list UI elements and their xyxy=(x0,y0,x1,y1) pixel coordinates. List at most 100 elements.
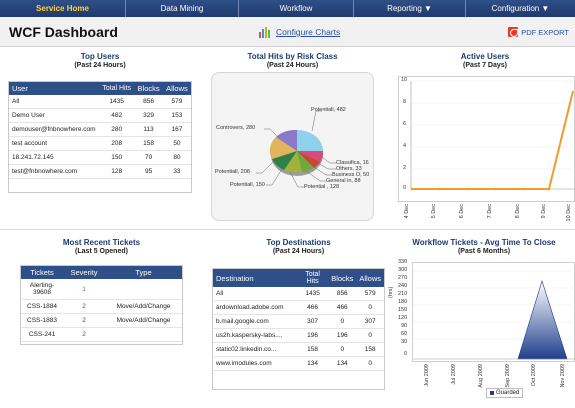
destinations-table: Destination Total Hits Blocks Allows All… xyxy=(212,268,385,390)
table-row[interactable]: b.mail.google.com 307 0 307 xyxy=(213,314,384,329)
page-header: WCF Dashboard Configure Charts PDF EXPOR… xyxy=(0,17,575,47)
table-cell: 150 xyxy=(99,150,135,165)
table-row[interactable]: test account 208 158 50 xyxy=(9,136,191,151)
table-cell: CSS-241 xyxy=(21,327,63,342)
pie-label-potential-208: Potentiall, 208 xyxy=(215,169,250,175)
table-cell: 134 xyxy=(297,356,329,371)
table-cell: 856 xyxy=(134,95,163,109)
table-row[interactable]: All 1435 856 579 xyxy=(9,95,191,109)
table-cell: Demo User xyxy=(9,108,99,123)
table-row[interactable]: us2h.kaspersky-labs.... 196 196 0 xyxy=(213,328,384,343)
y-tick: 30 xyxy=(401,339,408,345)
workflow-title: Workflow Tickets - Avg Time To Close xyxy=(412,238,556,247)
x-tick: Jul 2009 xyxy=(451,364,457,385)
table-header: Destination Total Hits Blocks Allows xyxy=(213,269,384,287)
table-cell: 2 xyxy=(63,313,105,328)
x-tick: Sep 2009 xyxy=(505,364,511,388)
table-cell: 167 xyxy=(162,122,191,137)
table-cell: 856 xyxy=(328,287,357,301)
chart-icon xyxy=(259,27,270,38)
active-users-chart: 10 8 6 4 2 0 xyxy=(398,76,575,202)
table-row[interactable]: test@fnbnowhere.com 128 95 33 xyxy=(9,164,191,179)
risk-subtitle: (Past 24 Hours) xyxy=(266,62,319,69)
table-cell: 1 xyxy=(63,279,105,300)
table-cell: 128 xyxy=(99,164,135,179)
configure-charts-link[interactable]: Configure Charts xyxy=(276,27,340,37)
col-type: Type xyxy=(105,266,182,279)
table-row[interactable]: static02.linkedin.co... 158 0 158 xyxy=(213,342,384,357)
table-row[interactable]: ardownload.adobe.com 466 466 0 xyxy=(213,300,384,315)
y-tick: 8 xyxy=(403,99,407,105)
table-cell: 0 xyxy=(356,356,384,371)
top-users-table: User Total Hits Blocks Allows All 1435 856… xyxy=(8,81,192,193)
x-tick: 6 Dec xyxy=(459,204,465,219)
table-row[interactable]: CSS-241 2 xyxy=(21,327,182,342)
table-row[interactable]: All 1435 856 579 xyxy=(213,287,384,301)
table-row[interactable]: demouser@fnbnowhere.com 280 113 167 xyxy=(9,122,191,137)
active-users-title: Active Users xyxy=(460,52,510,61)
table-cell: test account xyxy=(9,136,99,151)
x-tick: Nov 2009 xyxy=(560,364,566,388)
table-cell: CSS-1884 xyxy=(21,299,63,314)
active-users-svg xyxy=(410,80,575,191)
destinations-panel: Top Destinations (Past 24 Hours) Destina… xyxy=(212,238,385,390)
table-cell: Alerting-39608 xyxy=(21,279,63,300)
workflow-panel: Workflow Tickets - Avg Time To Close (Pa… xyxy=(393,238,575,256)
y-tick: 0 xyxy=(403,185,407,191)
pdf-export[interactable]: PDF EXPORT xyxy=(508,27,569,37)
nav-workflow[interactable]: Workflow xyxy=(239,0,354,17)
table-cell: 1435 xyxy=(99,95,135,109)
table-cell: Move/Add/Change xyxy=(105,299,182,314)
table-row[interactable]: Demo User 482 329 153 xyxy=(9,108,191,123)
table-row[interactable]: CSS-1884 2 Move/Add/Change xyxy=(21,299,182,314)
nav-data-mining[interactable]: Data Mining xyxy=(126,0,239,17)
risk-panel: Total Hits by Risk Class (Past 24 Hours) xyxy=(211,52,374,70)
table-cell: 134 xyxy=(328,356,357,371)
col-destination: Destination xyxy=(213,269,297,287)
y-tick: 60 xyxy=(401,331,408,337)
tickets-panel: Most Recent Tickets (Last 5 Opened) Tick… xyxy=(20,238,183,345)
y-tick: 330 xyxy=(398,259,408,265)
table-cell: 466 xyxy=(328,300,357,315)
col-blocks: Blocks xyxy=(134,82,163,95)
table-row[interactable]: www.imodules.com 134 134 0 xyxy=(213,356,384,371)
x-tick: 5 Dec xyxy=(431,204,437,219)
nav-service-home[interactable]: Service Home xyxy=(0,0,126,17)
table-cell: 113 xyxy=(134,122,163,137)
table-cell: 50 xyxy=(162,136,191,151)
table-header: Tickets Severity Type xyxy=(21,266,182,279)
risk-title: Total Hits by Risk Class xyxy=(247,52,338,61)
table-cell: 307 xyxy=(297,314,329,329)
y-tick: 0 xyxy=(404,351,408,357)
table-row[interactable]: 18.241.72.145 150 70 80 xyxy=(9,150,191,165)
col-user: User xyxy=(9,82,99,95)
y-tick: 270 xyxy=(398,275,408,281)
y-tick: 4 xyxy=(403,143,407,149)
section-divider xyxy=(0,229,575,230)
pie-label-potential-128: Potential , 128 xyxy=(304,184,340,190)
risk-pie-chart: Potentiall, 482 Controvers, 280 Classifi… xyxy=(211,72,374,221)
nav-configuration[interactable]: Configuration ▼ xyxy=(466,0,575,17)
col-allows: Allows xyxy=(356,269,384,287)
page-title: WCF Dashboard xyxy=(9,24,118,40)
table-row[interactable]: Alerting-39608 1 xyxy=(21,279,182,300)
top-users-panel: Top Users (Past 24 Hours) User Total Hit… xyxy=(8,52,192,193)
table-cell: 158 xyxy=(356,342,384,357)
y-tick: 120 xyxy=(398,315,408,321)
pdf-icon xyxy=(508,27,519,37)
table-cell: 158 xyxy=(297,342,329,357)
y-tick: 90 xyxy=(401,323,408,329)
table-cell: All xyxy=(213,287,297,301)
x-tick: 8 Dec xyxy=(515,204,521,219)
active-users-panel: Active Users (Past 7 Days) xyxy=(395,52,575,70)
table-row[interactable]: CSS-1883 2 Move/Add/Change xyxy=(21,313,182,328)
nav-reporting[interactable]: Reporting ▼ xyxy=(354,0,466,17)
col-tickets: Tickets xyxy=(21,266,63,279)
col-total-hits: Total Hits xyxy=(297,269,329,287)
table-cell: 329 xyxy=(134,108,163,123)
top-users-subtitle: (Past 24 Hours) xyxy=(74,62,126,69)
table-cell: www.imodules.com xyxy=(213,356,297,371)
table-cell: 0 xyxy=(356,300,384,315)
pie-svg xyxy=(256,110,336,188)
table-cell xyxy=(105,279,182,300)
